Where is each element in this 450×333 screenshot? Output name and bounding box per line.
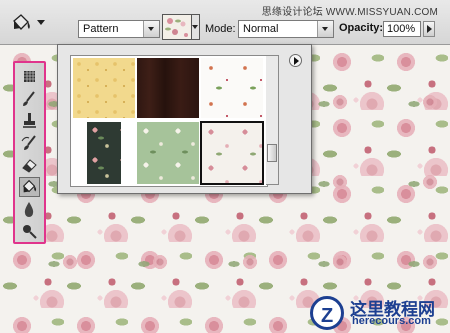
- chevron-down-icon[interactable]: [143, 21, 159, 37]
- pattern-swatch-rose-floral[interactable]: [200, 121, 264, 185]
- pattern-scrollbar[interactable]: [266, 55, 279, 185]
- fill-source-dropdown[interactable]: Pattern: [78, 20, 160, 38]
- fill-source-value: Pattern: [83, 23, 119, 35]
- scrollbar-thumb[interactable]: [267, 144, 277, 162]
- pattern-swatch-dark-green-floral[interactable]: [87, 122, 121, 184]
- blend-mode-dropdown[interactable]: Normal: [238, 20, 334, 38]
- site-logo: Z 这里教程网 herecours.com: [302, 292, 450, 333]
- opacity-label: Opacity:: [339, 22, 384, 34]
- paint-bucket-icon[interactable]: [9, 12, 33, 34]
- options-bar: Pattern Mode: Normal Opacity: 100% 思缘设计论…: [0, 0, 450, 45]
- brush-icon[interactable]: [19, 89, 40, 109]
- dodge-icon[interactable]: [19, 221, 40, 241]
- flyout-menu-icon[interactable]: [289, 54, 302, 67]
- toolbox: [13, 61, 46, 244]
- pattern-swatch[interactable]: [162, 14, 192, 40]
- pattern-swatch-green-floral[interactable]: [137, 122, 199, 184]
- logo-mark: Z: [310, 296, 344, 330]
- pattern-picker-toggle[interactable]: [192, 14, 200, 40]
- mode-label: Mode:: [205, 23, 236, 35]
- history-brush-icon[interactable]: [19, 133, 40, 153]
- logo-subtitle: herecours.com: [352, 315, 431, 327]
- pattern-swatch-yellow-floral[interactable]: [73, 58, 135, 118]
- opacity-field[interactable]: 100%: [383, 21, 421, 37]
- watermark-text: 思缘设计论坛 WWW.MISSYUAN.COM: [261, 7, 438, 18]
- clone-stamp-icon[interactable]: [19, 111, 40, 131]
- blur-icon[interactable]: [19, 199, 40, 219]
- pattern-swatch-white-floral[interactable]: [201, 58, 263, 118]
- pattern-grid: [70, 55, 268, 187]
- eraser-icon[interactable]: [19, 155, 40, 175]
- tool-preset-dropdown-arrow[interactable]: [37, 20, 45, 25]
- pattern-picker-panel: [57, 44, 312, 194]
- pattern-swatch-dark-wood[interactable]: [137, 58, 199, 118]
- opacity-slider-toggle[interactable]: [423, 21, 435, 37]
- paint-bucket-icon[interactable]: [19, 177, 40, 197]
- pattern-stamp-icon[interactable]: [19, 67, 40, 87]
- blend-mode-value: Normal: [243, 23, 279, 35]
- chevron-down-icon[interactable]: [317, 21, 333, 37]
